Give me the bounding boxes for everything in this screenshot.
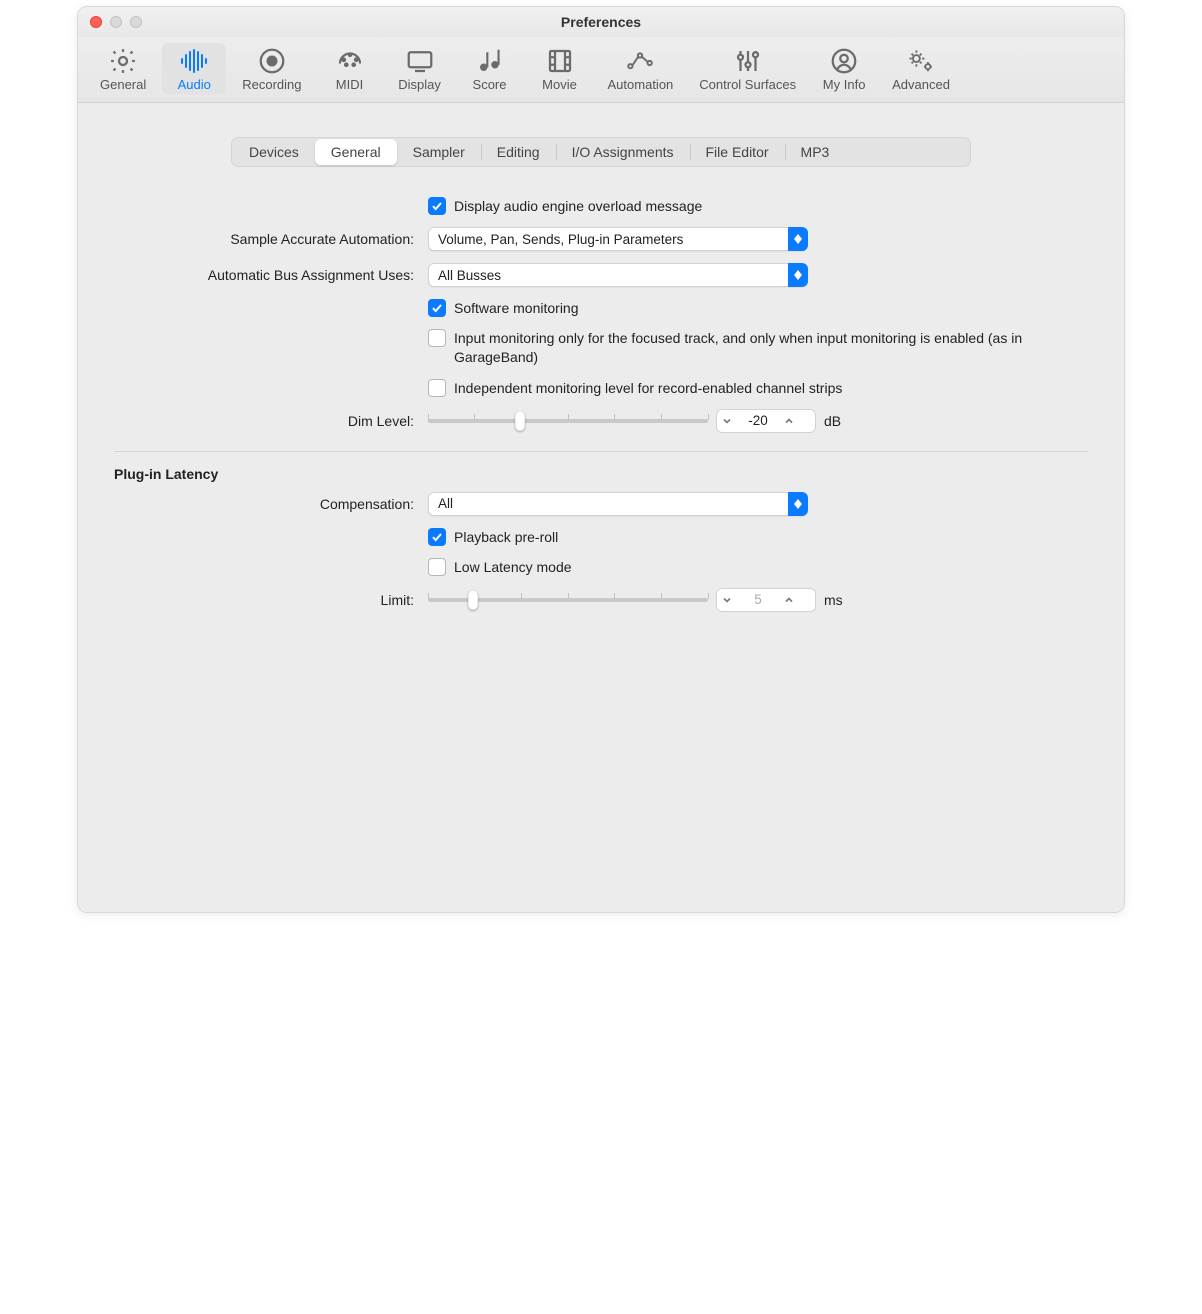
subtab-file-editor[interactable]: File Editor — [690, 139, 785, 165]
tab-label: Score — [473, 77, 507, 92]
chevron-up-icon[interactable] — [778, 595, 800, 605]
tab-my-info[interactable]: My Info — [812, 43, 876, 94]
popup-value: All — [438, 496, 453, 511]
tab-label: My Info — [823, 77, 866, 92]
popup-value: All Busses — [438, 268, 501, 283]
tab-label: MIDI — [336, 77, 363, 92]
limit-label: Limit: — [381, 592, 414, 608]
tab-label: Display — [398, 77, 441, 92]
independent-monitoring-checkbox[interactable] — [428, 379, 446, 397]
tab-label: Control Surfaces — [699, 77, 796, 92]
limit-stepper[interactable]: 5 — [716, 588, 816, 612]
updown-icon — [788, 492, 808, 516]
tab-automation[interactable]: Automation — [598, 43, 684, 94]
software-monitoring-label: Software monitoring — [454, 300, 579, 316]
dim-level-stepper[interactable]: -20 — [716, 409, 816, 433]
tab-general[interactable]: General — [90, 43, 156, 94]
subtab-mp3[interactable]: MP3 — [785, 139, 846, 165]
tab-label: Audio — [178, 77, 211, 92]
chevron-down-icon[interactable] — [716, 595, 738, 605]
tab-label: General — [100, 77, 146, 92]
record-icon — [257, 47, 287, 75]
person-circle-icon — [829, 47, 859, 75]
subtab-sampler[interactable]: Sampler — [397, 139, 481, 165]
content-area: Devices General Sampler Editing I/O Assi… — [78, 103, 1124, 912]
stepper-value: 5 — [738, 592, 778, 607]
tab-label: Movie — [542, 77, 577, 92]
dim-level-slider[interactable] — [428, 412, 708, 430]
playback-preroll-checkbox[interactable] — [428, 528, 446, 546]
tab-label: Automation — [608, 77, 674, 92]
notes-icon — [475, 47, 505, 75]
dim-unit: dB — [824, 413, 841, 429]
stepper-value: -20 — [738, 413, 778, 428]
subtab-editing[interactable]: Editing — [481, 139, 556, 165]
preferences-window: Preferences General Audio Recording MID — [77, 6, 1125, 913]
automation-icon — [625, 47, 655, 75]
tab-score[interactable]: Score — [458, 43, 522, 94]
software-monitoring-checkbox[interactable] — [428, 299, 446, 317]
titlebar: Preferences — [78, 7, 1124, 37]
overload-message-checkbox[interactable] — [428, 197, 446, 215]
latency-form: Compensation: All Playback pre-roll Low — [114, 492, 1088, 612]
bus-assignment-popup[interactable]: All Busses — [428, 263, 808, 287]
window-title: Preferences — [78, 14, 1124, 30]
limit-slider[interactable] — [428, 591, 708, 609]
separator — [114, 451, 1088, 452]
independent-monitoring-label: Independent monitoring level for record-… — [454, 380, 842, 396]
tab-audio[interactable]: Audio — [162, 43, 226, 94]
input-monitoring-focus-checkbox[interactable] — [428, 329, 446, 347]
overload-message-label: Display audio engine overload message — [454, 198, 702, 214]
tab-display[interactable]: Display — [388, 43, 452, 94]
tab-label: Advanced — [892, 77, 950, 92]
compensation-label: Compensation: — [320, 496, 414, 512]
gears-icon — [906, 47, 936, 75]
display-icon — [405, 47, 435, 75]
tab-midi[interactable]: MIDI — [318, 43, 382, 94]
tab-movie[interactable]: Movie — [528, 43, 592, 94]
midi-icon — [335, 47, 365, 75]
updown-icon — [788, 263, 808, 287]
general-settings-form: Display audio engine overload message Sa… — [114, 197, 1088, 433]
limit-unit: ms — [824, 592, 843, 608]
input-monitoring-focus-label: Input monitoring only for the focused tr… — [454, 329, 1088, 367]
chevron-down-icon[interactable] — [716, 416, 738, 426]
subtab-io-assignments[interactable]: I/O Assignments — [556, 139, 690, 165]
compensation-popup[interactable]: All — [428, 492, 808, 516]
pref-toolbar: General Audio Recording MIDI Display — [78, 37, 1124, 103]
waveform-icon — [179, 47, 209, 75]
tab-recording[interactable]: Recording — [232, 43, 311, 94]
sample-accurate-popup[interactable]: Volume, Pan, Sends, Plug-in Parameters — [428, 227, 808, 251]
chevron-up-icon[interactable] — [778, 416, 800, 426]
sliders-icon — [733, 47, 763, 75]
low-latency-label: Low Latency mode — [454, 559, 572, 575]
updown-icon — [788, 227, 808, 251]
film-icon — [545, 47, 575, 75]
subtab-general[interactable]: General — [315, 139, 397, 165]
audio-subtabs: Devices General Sampler Editing I/O Assi… — [231, 137, 971, 167]
dim-level-label: Dim Level: — [348, 413, 414, 429]
tab-label: Recording — [242, 77, 301, 92]
popup-value: Volume, Pan, Sends, Plug-in Parameters — [438, 232, 683, 247]
sample-accurate-label: Sample Accurate Automation: — [230, 231, 414, 247]
playback-preroll-label: Playback pre-roll — [454, 529, 558, 545]
bus-assignment-label: Automatic Bus Assignment Uses: — [208, 267, 414, 283]
subtab-devices[interactable]: Devices — [233, 139, 315, 165]
tab-advanced[interactable]: Advanced — [882, 43, 960, 94]
low-latency-checkbox[interactable] — [428, 558, 446, 576]
gear-icon — [108, 47, 138, 75]
tab-control-surfaces[interactable]: Control Surfaces — [689, 43, 806, 94]
plugin-latency-heading: Plug-in Latency — [114, 466, 1088, 482]
